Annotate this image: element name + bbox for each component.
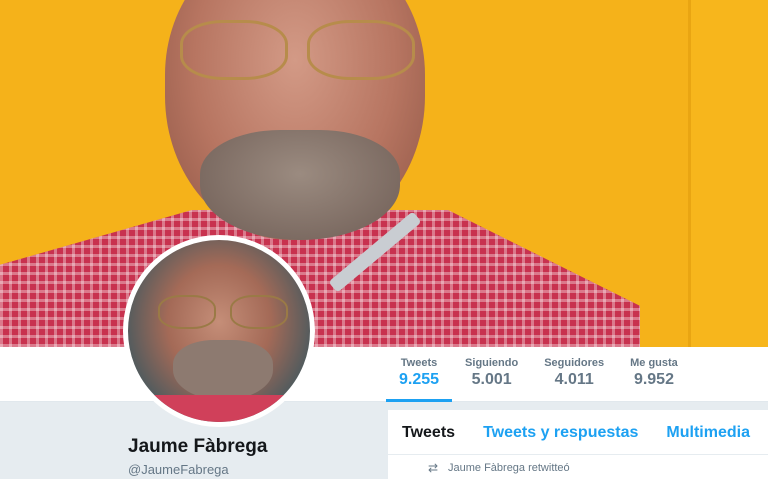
twitter-profile-page: Tweets 9.255 Siguiendo 5.001 Seguidores … xyxy=(0,0,768,479)
retweet-icon: ⇄ xyxy=(428,461,439,475)
profile-avatar[interactable] xyxy=(123,235,315,427)
timeline-tabs: Tweets Tweets y respuestas Multimedia xyxy=(388,410,768,455)
banner-glasses xyxy=(180,20,415,86)
stat-label: Tweets xyxy=(400,357,438,369)
stat-value: 4.011 xyxy=(554,371,594,388)
stat-followers[interactable]: Seguidores 4.011 xyxy=(531,347,617,402)
profile-nav-bar: Tweets 9.255 Siguiendo 5.001 Seguidores … xyxy=(0,347,768,402)
timeline: Tweets Tweets y respuestas Multimedia ⇄ … xyxy=(388,410,768,479)
stat-label: Seguidores xyxy=(544,357,605,369)
stat-value: 5.001 xyxy=(471,371,512,388)
profile-stats: Tweets 9.255 Siguiendo 5.001 Seguidores … xyxy=(386,347,691,402)
stat-value: 9.255 xyxy=(399,371,440,388)
header-banner-photo xyxy=(0,0,768,347)
avatar-beard xyxy=(173,340,273,400)
retweet-context: ⇄ Jaume Fàbrega retwitteó xyxy=(428,461,570,475)
stat-tweets[interactable]: Tweets 9.255 xyxy=(386,347,453,402)
stat-following[interactable]: Siguiendo 5.001 xyxy=(452,347,531,402)
retweet-label[interactable]: Jaume Fàbrega retwitteó xyxy=(448,462,570,474)
tab-tweets[interactable]: Tweets xyxy=(388,410,469,454)
banner-background-stripe xyxy=(688,0,768,347)
profile-name[interactable]: Jaume Fàbrega xyxy=(128,436,267,458)
tab-media[interactable]: Multimedia xyxy=(652,410,764,454)
profile-handle[interactable]: @JaumeFabrega xyxy=(128,462,229,477)
avatar-glasses xyxy=(158,295,288,331)
stat-value: 9.952 xyxy=(633,371,674,388)
stat-label: Siguiendo xyxy=(465,357,519,369)
stat-label: Me gusta xyxy=(630,357,678,369)
stat-likes[interactable]: Me gusta 9.952 xyxy=(617,347,691,402)
tab-tweets-and-replies[interactable]: Tweets y respuestas xyxy=(469,410,652,454)
banner-beard xyxy=(200,130,400,240)
